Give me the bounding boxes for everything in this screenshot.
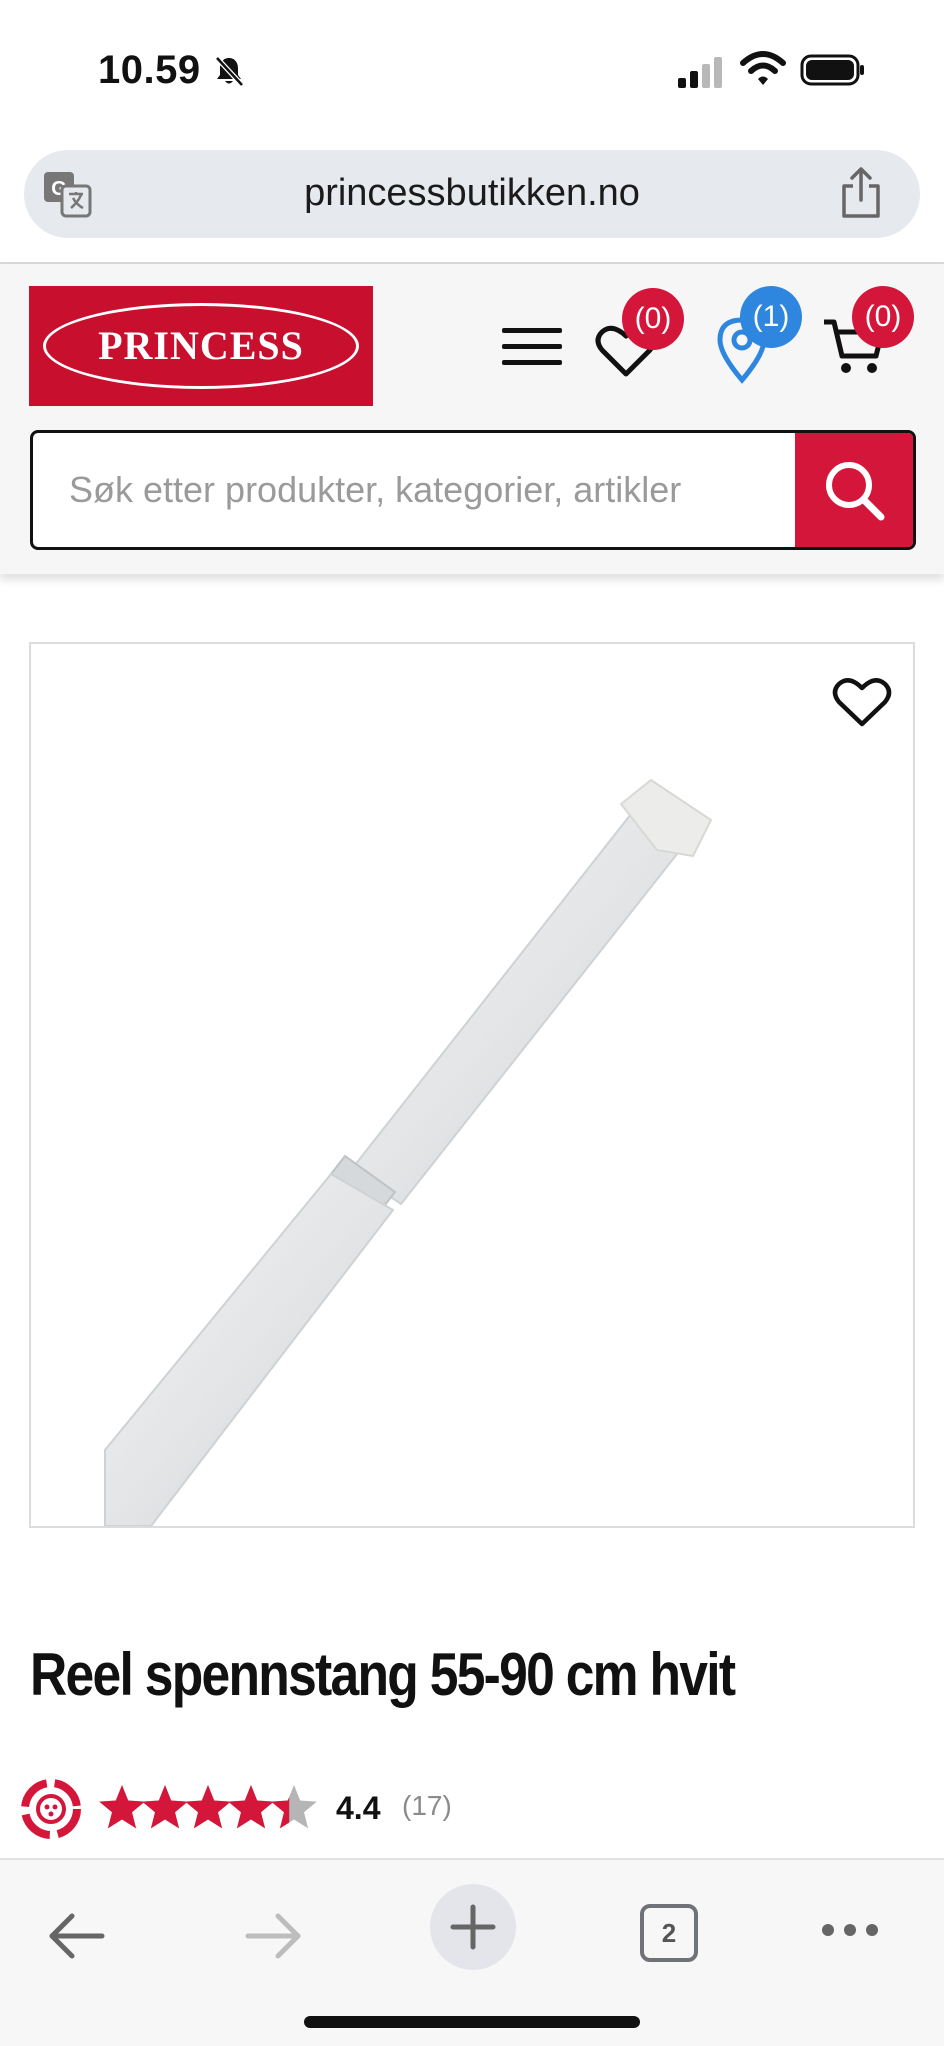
tension-rod-image: [104, 778, 713, 1526]
search-input[interactable]: [33, 433, 795, 547]
review-service-icon[interactable]: [16, 1774, 86, 1844]
rating-stars[interactable]: [98, 1782, 318, 1834]
search-button[interactable]: [795, 433, 913, 547]
logo-text: PRINCESS: [98, 323, 304, 368]
princess-logo[interactable]: PRINCESS: [29, 286, 373, 406]
product-image[interactable]: [29, 642, 915, 1528]
rating-value: 4.4: [336, 1790, 381, 1826]
new-tab-button[interactable]: [430, 1884, 516, 1970]
back-arrow-icon[interactable]: [46, 1910, 106, 1962]
bell-muted-icon: [215, 56, 244, 87]
search-box: [30, 430, 916, 550]
tabs-button[interactable]: 2: [640, 1904, 698, 1962]
tabs-count: 2: [661, 1918, 677, 1948]
site-header: PRINCESS (0) (1) (0): [0, 264, 944, 574]
page: 10.59 G princessbutikken.no PRINCESS (0)…: [0, 0, 944, 2046]
share-icon[interactable]: [838, 166, 884, 220]
url-text[interactable]: princessbutikken.no: [24, 172, 920, 215]
status-bar: 10.59: [0, 0, 944, 140]
store-count-badge: (1): [740, 286, 802, 348]
battery-icon: [800, 54, 864, 86]
star-filled: [185, 1785, 231, 1829]
star-filled: [228, 1785, 274, 1829]
plus-icon: [450, 1904, 496, 1950]
search-icon: [826, 462, 885, 521]
wishlist-count-badge: (0): [622, 288, 684, 350]
favorite-heart-icon[interactable]: [831, 674, 893, 730]
status-time: 10.59: [98, 48, 201, 92]
cart-count-badge: (0): [852, 286, 914, 348]
product-title: Reel spennstang 55-90 cm hvit: [30, 1641, 736, 1708]
wifi-icon: [740, 51, 786, 85]
star-filled: [99, 1785, 145, 1829]
forward-arrow-icon[interactable]: [244, 1910, 304, 1962]
star-filled: [142, 1785, 188, 1829]
address-bar[interactable]: G princessbutikken.no: [24, 150, 920, 238]
cellular-signal-icon: [678, 57, 722, 88]
browser-toolbar: 2: [0, 1858, 944, 2046]
more-options-icon[interactable]: [820, 1922, 880, 1938]
hamburger-menu-icon[interactable]: [500, 322, 564, 370]
home-indicator: [304, 2016, 640, 2028]
rating-count[interactable]: (17): [402, 1790, 452, 1822]
